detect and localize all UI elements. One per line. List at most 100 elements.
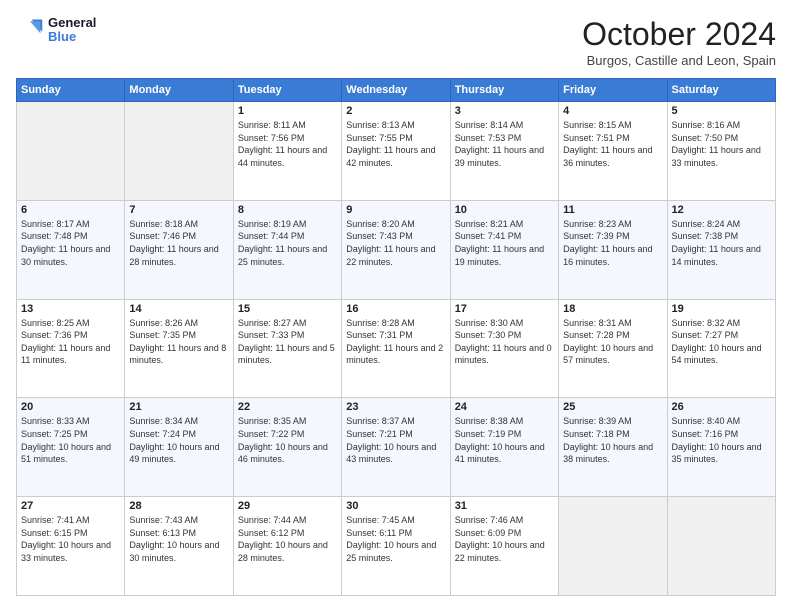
calendar-cell: 4 Sunrise: 8:15 AMSunset: 7:51 PMDaylight… [559, 102, 667, 201]
day-number: 31 [455, 500, 554, 512]
calendar-cell: 23Sunrise: 8:37 AMSunset: 7:21 PMDayligh… [342, 398, 450, 497]
day-info: Sunrise: 8:38 AMSunset: 7:19 PMDaylight:… [455, 415, 554, 465]
calendar-cell: 5 Sunrise: 8:16 AMSunset: 7:50 PMDaylight… [667, 102, 775, 201]
day-info: Sunrise: 8:32 AMSunset: 7:27 PMDaylight:… [672, 317, 771, 367]
day-number: 16 [346, 303, 445, 315]
calendar-cell: 21 Sunrise: 8:34 AMSunset: 7:24 PMDayligh… [125, 398, 233, 497]
day-number: 15 [238, 303, 337, 315]
day-number: 22 [238, 401, 337, 413]
day-info: Sunrise: 8:34 AMSunset: 7:24 PMDaylight:… [129, 415, 228, 465]
calendar-cell: 7Sunrise: 8:18 AMSunset: 7:46 PMDaylight… [125, 200, 233, 299]
day-header-wednesday: Wednesday [342, 79, 450, 102]
calendar-cell: 30Sunrise: 7:45 AMSunset: 6:11 PMDayligh… [342, 497, 450, 596]
day-number: 21 [129, 401, 228, 413]
day-number: 8 [238, 204, 337, 216]
calendar-cell: 26Sunrise: 8:40 AMSunset: 7:16 PMDayligh… [667, 398, 775, 497]
day-info: Sunrise: 8:23 AMSunset: 7:39 PMDaylight:… [563, 218, 662, 268]
week-row-2: 6 Sunrise: 8:17 AMSunset: 7:48 PMDaylight… [17, 200, 776, 299]
calendar-cell: 9Sunrise: 8:20 AMSunset: 7:43 PMDaylight… [342, 200, 450, 299]
day-header-saturday: Saturday [667, 79, 775, 102]
day-header-friday: Friday [559, 79, 667, 102]
calendar-cell: 2Sunrise: 8:13 AMSunset: 7:55 PMDaylight… [342, 102, 450, 201]
calendar-cell: 6 Sunrise: 8:17 AMSunset: 7:48 PMDaylight… [17, 200, 125, 299]
calendar-cell: 17Sunrise: 8:30 AMSunset: 7:30 PMDayligh… [450, 299, 558, 398]
calendar-cell: 10 Sunrise: 8:21 AMSunset: 7:41 PMDayligh… [450, 200, 558, 299]
calendar-cell: 19 Sunrise: 8:32 AMSunset: 7:27 PMDayligh… [667, 299, 775, 398]
calendar-cell: 15 Sunrise: 8:27 AMSunset: 7:33 PMDayligh… [233, 299, 341, 398]
day-number: 6 [21, 204, 120, 216]
calendar-cell: 14Sunrise: 8:26 AMSunset: 7:35 PMDayligh… [125, 299, 233, 398]
month-title: October 2024 [582, 16, 776, 53]
day-info: Sunrise: 8:24 AMSunset: 7:38 PMDaylight:… [672, 218, 771, 268]
calendar-table: SundayMondayTuesdayWednesdayThursdayFrid… [16, 78, 776, 596]
day-info: Sunrise: 8:35 AMSunset: 7:22 PMDaylight:… [238, 415, 337, 465]
day-number: 12 [672, 204, 771, 216]
calendar-cell: 11 Sunrise: 8:23 AMSunset: 7:39 PMDayligh… [559, 200, 667, 299]
day-number: 24 [455, 401, 554, 413]
day-info: Sunrise: 7:44 AMSunset: 6:12 PMDaylight:… [238, 514, 337, 564]
calendar-cell: 1Sunrise: 8:11 AMSunset: 7:56 PMDaylight… [233, 102, 341, 201]
logo: General Blue [16, 16, 96, 45]
week-row-1: 1Sunrise: 8:11 AMSunset: 7:56 PMDaylight… [17, 102, 776, 201]
day-number: 4 [563, 105, 662, 117]
day-info: Sunrise: 8:18 AMSunset: 7:46 PMDaylight:… [129, 218, 228, 268]
day-header-tuesday: Tuesday [233, 79, 341, 102]
day-info: Sunrise: 8:16 AMSunset: 7:50 PMDaylight:… [672, 119, 771, 169]
day-number: 28 [129, 500, 228, 512]
calendar-cell: 27 Sunrise: 7:41 AMSunset: 6:15 PMDayligh… [17, 497, 125, 596]
week-row-3: 13 Sunrise: 8:25 AMSunset: 7:36 PMDayligh… [17, 299, 776, 398]
page: General Blue October 2024 Burgos, Castil… [0, 0, 792, 612]
day-info: Sunrise: 8:20 AMSunset: 7:43 PMDaylight:… [346, 218, 445, 268]
calendar-cell: 28 Sunrise: 7:43 AMSunset: 6:13 PMDayligh… [125, 497, 233, 596]
day-info: Sunrise: 8:33 AMSunset: 7:25 PMDaylight:… [21, 415, 120, 465]
day-info: Sunrise: 8:17 AMSunset: 7:48 PMDaylight:… [21, 218, 120, 268]
calendar-cell [667, 497, 775, 596]
calendar-cell: 12 Sunrise: 8:24 AMSunset: 7:38 PMDayligh… [667, 200, 775, 299]
day-info: Sunrise: 7:41 AMSunset: 6:15 PMDaylight:… [21, 514, 120, 564]
day-number: 27 [21, 500, 120, 512]
day-number: 5 [672, 105, 771, 117]
day-header-sunday: Sunday [17, 79, 125, 102]
day-info: Sunrise: 8:31 AMSunset: 7:28 PMDaylight:… [563, 317, 662, 367]
logo-icon [16, 16, 44, 44]
calendar-cell [17, 102, 125, 201]
logo-text: General Blue [48, 16, 96, 45]
day-info: Sunrise: 7:43 AMSunset: 6:13 PMDaylight:… [129, 514, 228, 564]
header-row: SundayMondayTuesdayWednesdayThursdayFrid… [17, 79, 776, 102]
calendar-cell: 29 Sunrise: 7:44 AMSunset: 6:12 PMDayligh… [233, 497, 341, 596]
week-row-4: 20Sunrise: 8:33 AMSunset: 7:25 PMDayligh… [17, 398, 776, 497]
calendar-cell: 31Sunrise: 7:46 AMSunset: 6:09 PMDayligh… [450, 497, 558, 596]
logo-line2: Blue [48, 30, 96, 44]
day-number: 10 [455, 204, 554, 216]
day-header-thursday: Thursday [450, 79, 558, 102]
calendar-cell: 18 Sunrise: 8:31 AMSunset: 7:28 PMDayligh… [559, 299, 667, 398]
calendar-cell: 24 Sunrise: 8:38 AMSunset: 7:19 PMDayligh… [450, 398, 558, 497]
day-info: Sunrise: 8:39 AMSunset: 7:18 PMDaylight:… [563, 415, 662, 465]
day-number: 23 [346, 401, 445, 413]
day-number: 11 [563, 204, 662, 216]
day-info: Sunrise: 7:45 AMSunset: 6:11 PMDaylight:… [346, 514, 445, 564]
calendar-cell: 3Sunrise: 8:14 AMSunset: 7:53 PMDaylight… [450, 102, 558, 201]
day-info: Sunrise: 8:15 AMSunset: 7:51 PMDaylight:… [563, 119, 662, 169]
day-header-monday: Monday [125, 79, 233, 102]
calendar-cell: 8Sunrise: 8:19 AMSunset: 7:44 PMDaylight… [233, 200, 341, 299]
day-number: 13 [21, 303, 120, 315]
calendar-cell [125, 102, 233, 201]
day-number: 19 [672, 303, 771, 315]
day-number: 18 [563, 303, 662, 315]
day-info: Sunrise: 8:27 AMSunset: 7:33 PMDaylight:… [238, 317, 337, 367]
day-info: Sunrise: 8:26 AMSunset: 7:35 PMDaylight:… [129, 317, 228, 367]
day-info: Sunrise: 8:11 AMSunset: 7:56 PMDaylight:… [238, 119, 337, 169]
day-number: 25 [563, 401, 662, 413]
header: General Blue October 2024 Burgos, Castil… [16, 16, 776, 68]
day-number: 3 [455, 105, 554, 117]
day-number: 29 [238, 500, 337, 512]
week-row-5: 27 Sunrise: 7:41 AMSunset: 6:15 PMDayligh… [17, 497, 776, 596]
day-info: Sunrise: 8:30 AMSunset: 7:30 PMDaylight:… [455, 317, 554, 367]
day-info: Sunrise: 8:13 AMSunset: 7:55 PMDaylight:… [346, 119, 445, 169]
day-info: Sunrise: 8:28 AMSunset: 7:31 PMDaylight:… [346, 317, 445, 367]
calendar-cell: 16 Sunrise: 8:28 AMSunset: 7:31 PMDayligh… [342, 299, 450, 398]
calendar-cell: 20Sunrise: 8:33 AMSunset: 7:25 PMDayligh… [17, 398, 125, 497]
day-info: Sunrise: 8:25 AMSunset: 7:36 PMDaylight:… [21, 317, 120, 367]
day-info: Sunrise: 8:21 AMSunset: 7:41 PMDaylight:… [455, 218, 554, 268]
